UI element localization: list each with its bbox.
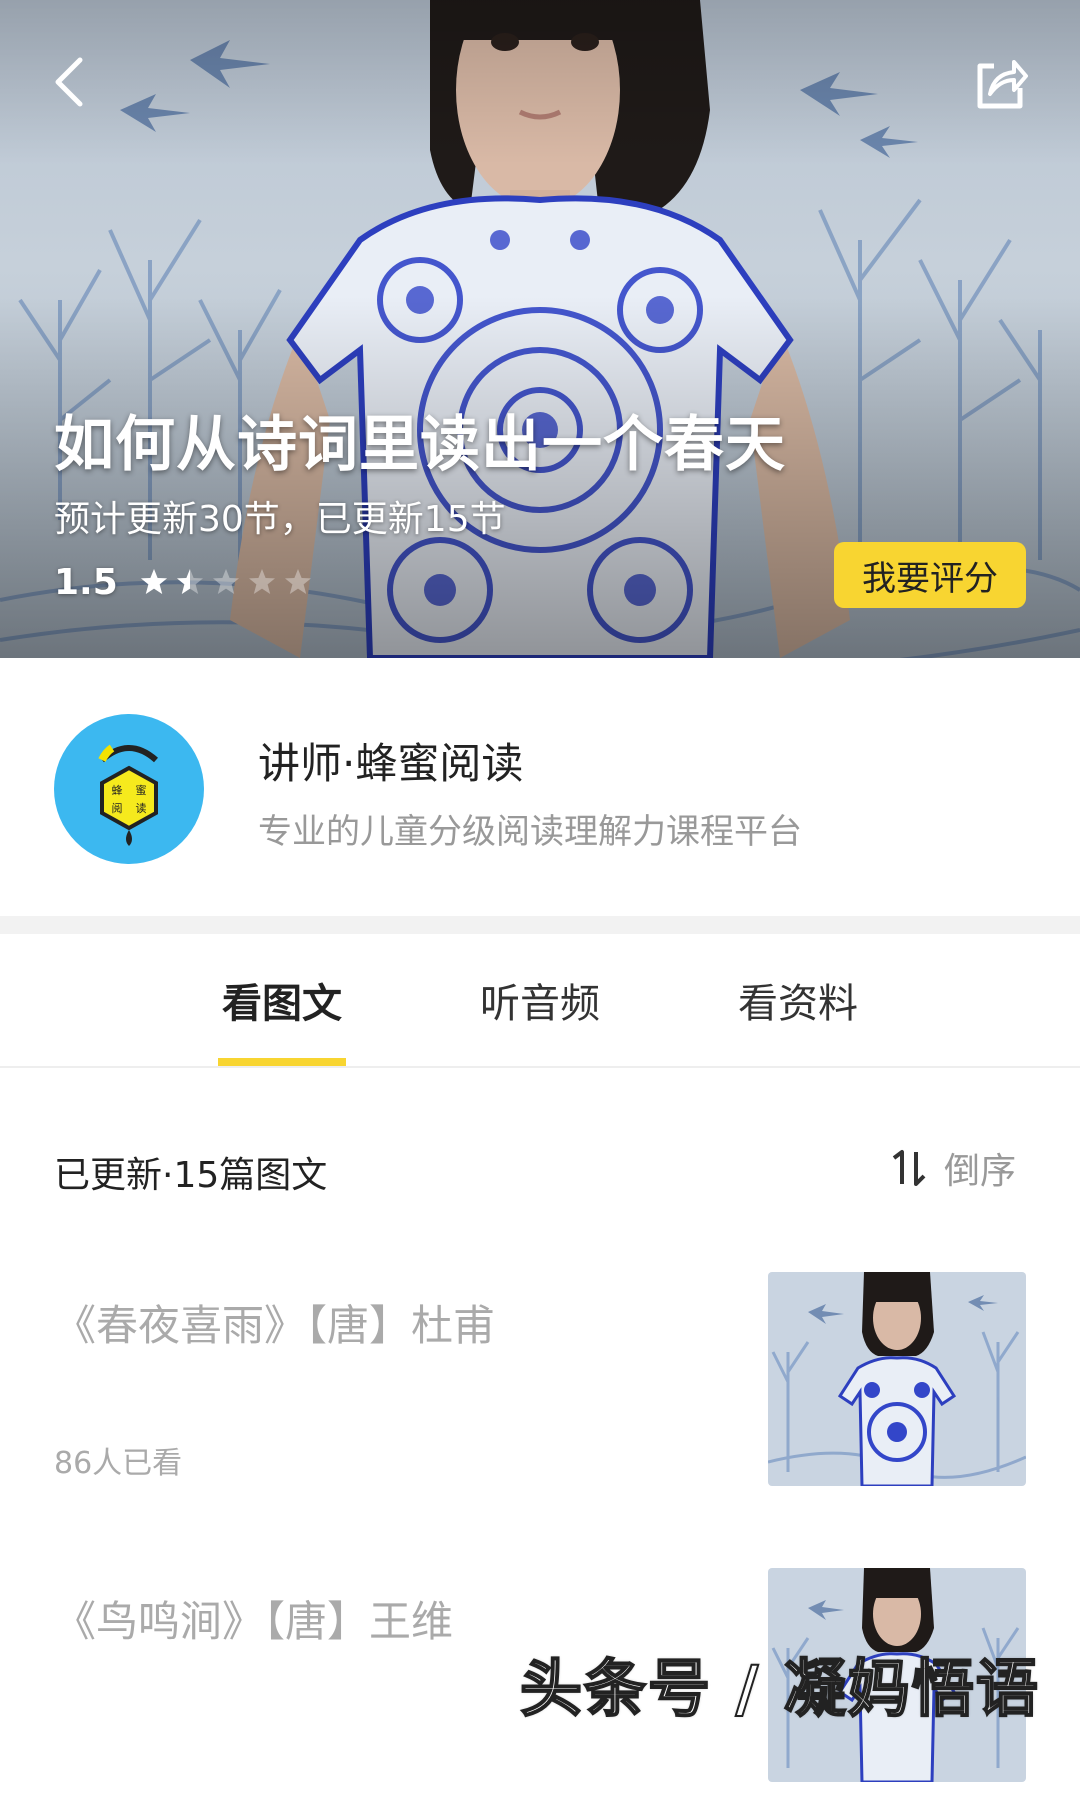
back-button[interactable] xyxy=(40,50,104,114)
course-hero-banner: 如何从诗词里读出一个春天 预计更新30节，已更新15节 1.5 我要评分 xyxy=(0,0,1080,658)
section-divider xyxy=(0,916,1080,934)
article-thumbnail xyxy=(768,1272,1026,1486)
rating-stars xyxy=(140,568,312,596)
course-rating: 1.5 xyxy=(54,560,312,604)
share-icon xyxy=(977,60,1028,109)
course-title: 如何从诗词里读出一个春天 xyxy=(54,410,786,480)
sort-label: 倒序 xyxy=(944,1151,1017,1192)
rate-course-button[interactable]: 我要评分 xyxy=(834,542,1026,608)
honey-reading-logo-icon: 蜂 蜜 阅 读 xyxy=(98,744,158,846)
article-view-count: 86人已看 xyxy=(54,1446,183,1481)
lecturer-name: 讲师·蜂蜜阅读 xyxy=(258,739,524,788)
tab-materials[interactable]: 看资料 xyxy=(734,934,862,1066)
lecturer-card[interactable]: 蜂 蜜 阅 读 讲师·蜂蜜阅读 专业的儿童分级阅读理解力课程平台 xyxy=(0,658,1080,916)
tab-label: 听音频 xyxy=(480,981,600,1027)
tab-articles[interactable]: 看图文 xyxy=(218,934,346,1066)
star-icon xyxy=(212,569,239,594)
avatar-logo-char-1: 蜂 xyxy=(112,783,123,797)
share-button[interactable] xyxy=(968,50,1032,114)
article-title: 《春夜喜雨》【唐】杜甫 xyxy=(54,1301,496,1350)
star-icon xyxy=(176,569,203,594)
sort-icon xyxy=(892,1150,926,1186)
active-tab-indicator xyxy=(218,1058,346,1066)
lecturer-avatar: 蜂 蜜 阅 读 xyxy=(54,714,204,864)
lecturer-description: 专业的儿童分级阅读理解力课程平台 xyxy=(258,812,802,852)
rating-score: 1.5 xyxy=(54,561,118,603)
star-icon xyxy=(140,569,167,594)
sort-order-button[interactable]: 倒序 xyxy=(884,1140,1016,1196)
avatar-logo-char-3: 阅 xyxy=(112,802,123,815)
article-count-header: 已更新·15篇图文 xyxy=(54,1155,328,1196)
star-icon xyxy=(248,569,275,594)
star-icon xyxy=(284,569,311,594)
tab-audio[interactable]: 听音频 xyxy=(476,934,604,1066)
article-title: 《鸟鸣涧》【唐】王维 xyxy=(54,1597,454,1646)
watermark-text: 头条号 / 凝妈悟语 xyxy=(519,1651,1040,1726)
back-chevron-icon xyxy=(55,57,83,107)
avatar-logo-char-4: 读 xyxy=(136,801,147,815)
article-item[interactable]: 《春夜喜雨》【唐】杜甫 86人已看 xyxy=(0,1272,1080,1512)
course-update-progress: 预计更新30节，已更新15节 xyxy=(54,499,506,540)
content-tabs: 看图文 听音频 看资料 xyxy=(0,934,1080,1068)
avatar-logo-char-2: 蜜 xyxy=(136,783,147,797)
tab-label: 看图文 xyxy=(222,981,342,1027)
tab-label: 看资料 xyxy=(738,981,858,1027)
